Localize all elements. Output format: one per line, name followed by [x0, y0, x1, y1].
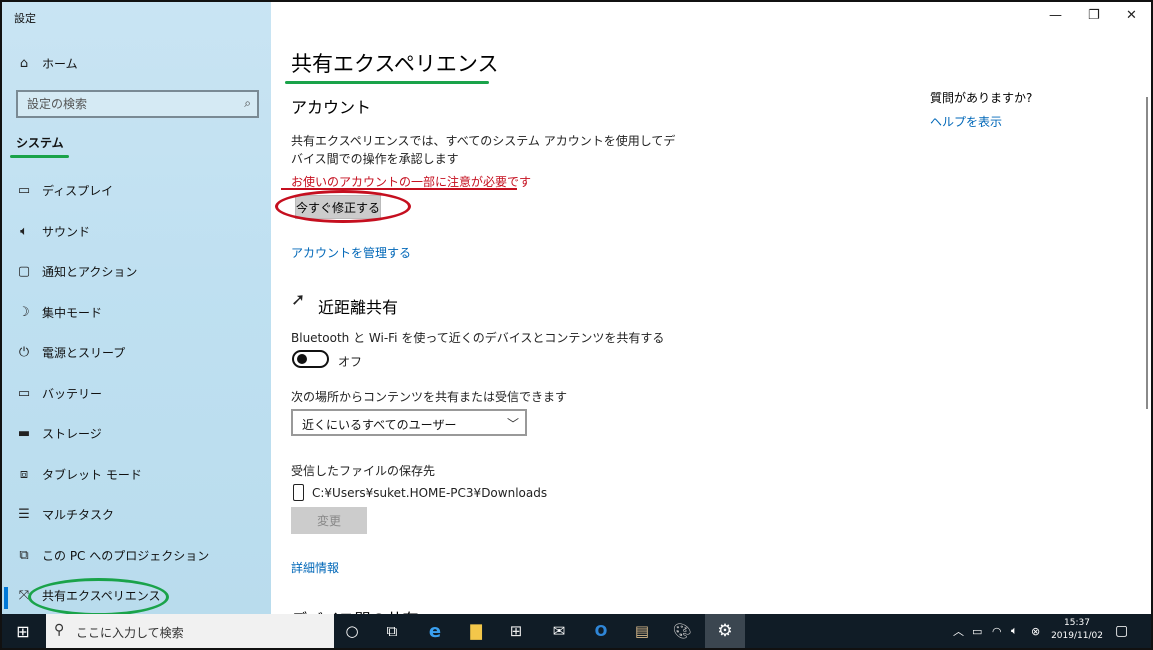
change-location-button[interactable]: 変更 — [291, 507, 367, 534]
sidebar-item-label: ディスプレイ — [42, 183, 114, 198]
settings-search-box[interactable]: ⌕ — [16, 90, 259, 118]
home-icon: ⌂ — [19, 55, 29, 71]
settings-search-input[interactable] — [18, 92, 218, 116]
nearby-share-icon: ➚ — [291, 290, 306, 310]
receive-from-label: 次の場所からコンテンツを共有または受信できます — [291, 390, 568, 404]
toggle-state-label: オフ — [338, 355, 363, 369]
annotation-underline-red — [281, 188, 517, 190]
settings-sidebar: 設定 ⌂ ホーム ⌕ システム ▭ ディスプレイ 🔈︎ サウンド ▢ 通知とアク… — [2, 2, 271, 614]
speaker-icon: 🔈︎ — [20, 223, 28, 239]
paint-icon[interactable]: 🎨︎ — [667, 614, 697, 648]
status-icon[interactable]: ⊗ — [1031, 614, 1040, 648]
outlook-icon[interactable]: O — [586, 614, 616, 648]
store-icon[interactable]: ⊞ — [501, 614, 531, 648]
edge-icon[interactable]: e — [420, 614, 450, 648]
annotation-underline-green — [10, 155, 69, 158]
annotation-circle-red — [275, 190, 411, 223]
section-title-partial: デバイス間の共有 — [291, 606, 419, 614]
wifi-icon[interactable]: ◠ — [992, 614, 1002, 648]
clock-date: 2019/11/02 — [1051, 631, 1103, 641]
action-center-icon[interactable]: ▢ — [1115, 614, 1128, 648]
clock-time: 15:37 — [1064, 618, 1090, 628]
sidebar-item-label: バッテリー — [42, 386, 103, 401]
power-icon: ⏻ — [18, 344, 30, 360]
manage-accounts-link[interactable]: アカウントを管理する — [291, 244, 411, 261]
chevron-down-icon: ﹀ — [506, 417, 519, 431]
display-icon: ▭ — [17, 182, 31, 198]
nearby-description: Bluetooth と Wi-Fi を使って近くのデバイスとコンテンツを共有する — [291, 331, 665, 345]
sidebar-item-label: 集中モード — [42, 305, 103, 320]
sidebar-item-label: ホーム — [42, 56, 78, 71]
gear-icon[interactable]: ⚙ — [710, 614, 740, 648]
cortana-icon[interactable]: ○ — [337, 614, 367, 648]
taskbar-clock[interactable]: 15:37 2019/11/02 — [1050, 617, 1104, 643]
windows-start-icon[interactable]: ⊞ — [10, 614, 36, 648]
sidebar-section-header: システム — [16, 136, 64, 150]
minimize-icon[interactable]: — — [1049, 8, 1062, 23]
sidebar-item-focus-assist[interactable]: ☽ 集中モード — [2, 298, 271, 326]
more-info-link[interactable]: 詳細情報 — [291, 559, 339, 576]
save-location-path: C:¥Users¥suket.HOME-PC3¥Downloads — [312, 486, 548, 500]
section-title-nearby: 近距離共有 — [318, 298, 399, 317]
scrollbar[interactable] — [1146, 97, 1148, 409]
sidebar-item-tablet-mode[interactable]: ⧈ タブレット モード — [2, 460, 271, 488]
sidebar-item-multitasking[interactable]: ☰ マルチタスク — [2, 500, 271, 528]
sidebar-item-battery[interactable]: ▭ バッテリー — [2, 379, 271, 407]
sidebar-item-display[interactable]: ▭ ディスプレイ — [2, 176, 271, 204]
mail-icon[interactable]: ✉ — [544, 614, 574, 648]
sidebar-item-power[interactable]: ⏻ 電源とスリープ — [2, 338, 271, 366]
sidebar-item-label: マルチタスク — [42, 507, 115, 522]
sidebar-item-label: 通知とアクション — [42, 264, 138, 279]
notification-icon: ▢ — [17, 263, 31, 279]
taskbar-search-box[interactable]: ⚲ ここに入力して検索 — [46, 614, 334, 648]
receive-from-dropdown[interactable]: 近くにいるすべてのユーザー ﹀ — [291, 409, 527, 436]
multitask-icon: ☰ — [18, 506, 30, 522]
volume-icon[interactable]: 🔈︎ — [1011, 614, 1018, 648]
sidebar-item-projection[interactable]: ⧉ この PC へのプロジェクション — [2, 541, 271, 569]
search-icon: ⚲ — [54, 622, 65, 638]
taskbar-search-placeholder: ここに入力して検索 — [76, 626, 184, 640]
page-title: 共有エクスペリエンス — [291, 52, 499, 76]
device-icon — [293, 484, 304, 501]
help-question: 質問がありますか? — [930, 91, 1033, 105]
taskbar: ⊞ ⚲ ここに入力して検索 ○ ⧉ e ▇ ⊞ ✉ O ▤ 🎨︎ ⚙ ︿ ▭ ◠… — [2, 614, 1151, 648]
sidebar-item-label: 電源とスリープ — [42, 345, 126, 360]
account-description: 共有エクスペリエンスでは、すべてのシステム アカウントを使用してデバイス間での操… — [291, 134, 676, 166]
get-help-link[interactable]: ヘルプを表示 — [930, 113, 1002, 130]
settings-content: — ❐ ✕ 共有エクスペリエンス アカウント 共有エクスペリエンスでは、すべての… — [271, 2, 1151, 614]
section-title-account: アカウント — [291, 98, 372, 117]
restore-icon[interactable]: ❐ — [1088, 8, 1100, 23]
annotation-underline-green — [285, 81, 489, 84]
sidebar-item-storage[interactable]: ▬ ストレージ — [2, 419, 271, 447]
search-icon[interactable]: ⌕ — [244, 96, 251, 111]
sidebar-item-label: ストレージ — [42, 426, 102, 441]
sidebar-item-label: この PC へのプロジェクション — [42, 548, 210, 563]
dropdown-selected-value: 近くにいるすべてのユーザー — [302, 418, 457, 432]
battery-icon: ▭ — [17, 385, 31, 401]
projection-icon: ⧉ — [19, 547, 29, 563]
sidebar-item-label: サウンド — [42, 224, 91, 239]
chevron-up-icon[interactable]: ︿ — [953, 614, 964, 648]
sidebar-item-home[interactable]: ⌂ ホーム — [2, 49, 271, 77]
nearby-share-toggle[interactable] — [292, 350, 329, 368]
toggle-knob — [297, 354, 307, 364]
sidebar-item-label: タブレット モード — [42, 467, 142, 482]
close-icon[interactable]: ✕ — [1126, 8, 1137, 23]
file-explorer-icon[interactable]: ▇ — [461, 614, 491, 648]
sidebar-item-sound[interactable]: 🔈︎ サウンド — [2, 217, 271, 245]
moon-icon: ☽ — [18, 304, 30, 320]
task-view-icon[interactable]: ⧉ — [377, 614, 407, 648]
tablet-icon: ⧈ — [19, 466, 29, 482]
app-title: 設定 — [14, 12, 36, 25]
annotation-circle-green — [28, 578, 169, 614]
app-icon[interactable]: ▤ — [627, 614, 657, 648]
save-location-label: 受信したファイルの保存先 — [291, 464, 436, 478]
battery-icon[interactable]: ▭ — [972, 614, 982, 648]
storage-icon: ▬ — [17, 425, 31, 441]
sidebar-item-notifications[interactable]: ▢ 通知とアクション — [2, 257, 271, 285]
